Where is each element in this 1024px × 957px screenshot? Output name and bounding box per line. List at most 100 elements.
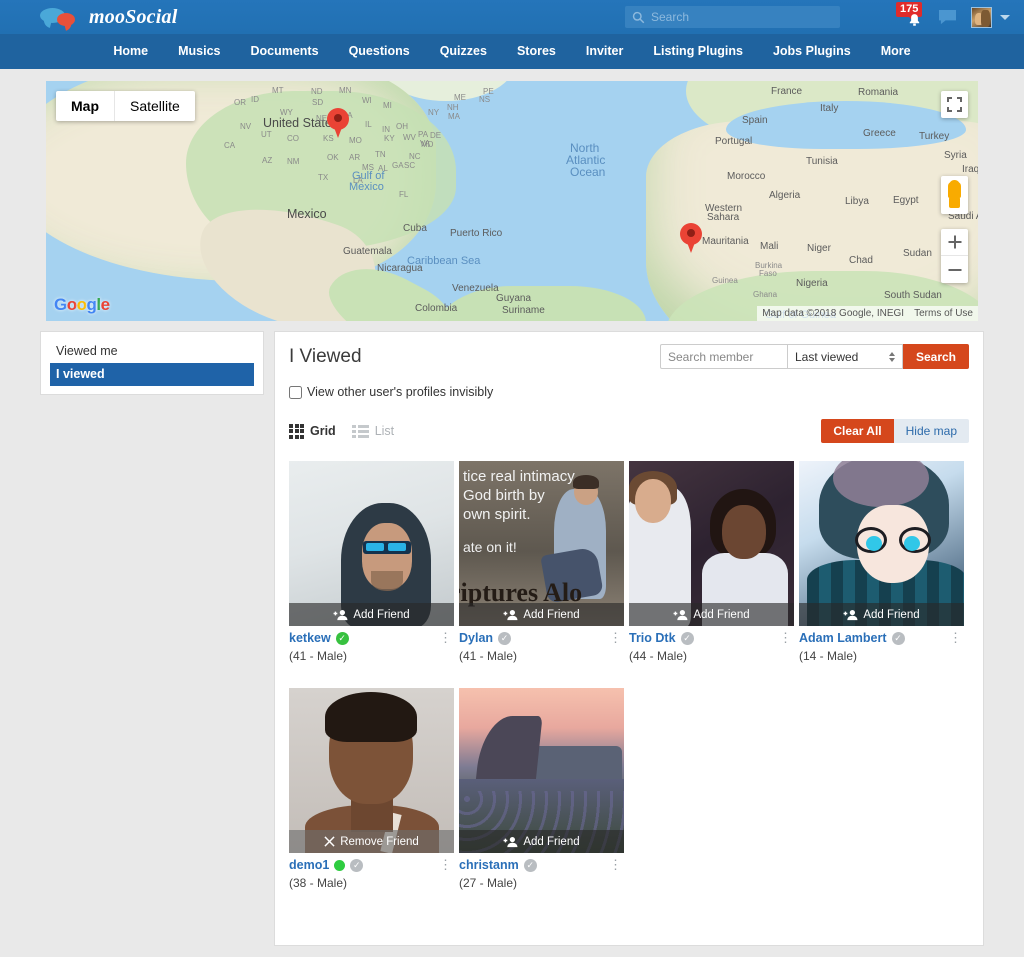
user-photo[interactable]: Add Friend xyxy=(799,461,964,626)
grid-icon xyxy=(289,423,304,439)
user-avatar[interactable] xyxy=(971,6,992,28)
map-type-satellite[interactable]: Satellite xyxy=(114,91,195,121)
card-options-button[interactable]: ⋮ xyxy=(949,631,962,644)
nav-item-home[interactable]: Home xyxy=(98,34,163,69)
invisible-browse-label: View other user's profiles invisibly xyxy=(307,385,494,399)
add-friend-button[interactable]: Add Friend xyxy=(459,830,624,853)
verified-badge-icon: ✓ xyxy=(680,631,694,645)
user-name-link[interactable]: Trio Dtk xyxy=(629,631,676,645)
add-friend-icon xyxy=(673,609,688,620)
nav-item-inviter[interactable]: Inviter xyxy=(571,34,639,69)
card-options-button[interactable]: ⋮ xyxy=(779,631,792,644)
map-zoom-control xyxy=(941,229,968,283)
sort-select-value: Last viewed xyxy=(794,349,859,364)
add-friend-button[interactable]: Add Friend xyxy=(629,603,794,626)
nav-item-questions[interactable]: Questions xyxy=(334,34,425,69)
add-friend-icon xyxy=(843,609,858,620)
moosocial-logo-icon xyxy=(40,6,82,28)
sidebar-item-i-viewed[interactable]: I viewed xyxy=(50,363,254,386)
map-type-map[interactable]: Map xyxy=(56,91,114,121)
invisible-browse-checkbox[interactable] xyxy=(289,385,302,399)
sidebar: Viewed me I viewed xyxy=(40,331,264,395)
map-type-control: Map Satellite xyxy=(56,91,195,121)
verified-badge-icon: ✓ xyxy=(523,858,537,872)
view-mode-grid[interactable]: Grid xyxy=(289,423,336,439)
user-card: Add Friend Adam Lambert ✓ (14 - Male) ⋮ xyxy=(799,461,964,663)
chevron-down-icon[interactable] xyxy=(1000,14,1010,20)
nav-item-listing-plugins[interactable]: Listing Plugins xyxy=(638,34,758,69)
map-pin-marker[interactable] xyxy=(680,223,702,253)
street-view-pegman-icon[interactable] xyxy=(941,176,968,214)
google-map[interactable]: United States Mexico Guatemala Nicaragua Cub… xyxy=(46,81,978,321)
map-fullscreen-button[interactable] xyxy=(941,91,968,118)
add-friend-button[interactable]: Add Friend xyxy=(459,603,624,626)
sidebar-item-viewed-me[interactable]: Viewed me xyxy=(50,340,254,363)
search-input[interactable] xyxy=(645,9,833,25)
search-button[interactable]: Search xyxy=(902,344,969,369)
sort-stepper-icon xyxy=(888,351,895,362)
user-photo[interactable]: Add Friend xyxy=(289,461,454,626)
user-age-gender: (41 - Male) xyxy=(459,649,518,663)
map-label: Puerto Rico xyxy=(450,228,503,239)
add-friend-icon xyxy=(333,609,348,620)
nav-item-more[interactable]: More xyxy=(866,34,926,69)
user-photo[interactable]: tice real intimacy God birth by own spirit… xyxy=(459,461,624,626)
card-options-button[interactable]: ⋮ xyxy=(439,631,452,644)
map-label: NS xyxy=(479,95,491,104)
user-meta: christanm ✓ (27 - Male) ⋮ xyxy=(459,858,624,890)
close-icon xyxy=(324,836,335,847)
user-name-link[interactable]: ketkew xyxy=(289,631,331,645)
user-name-link[interactable]: Adam Lambert xyxy=(799,631,887,645)
search-member-input[interactable] xyxy=(659,344,788,369)
notifications-button[interactable]: 175 xyxy=(896,2,924,29)
nav-item-jobs-plugins[interactable]: Jobs Plugins xyxy=(758,34,866,69)
list-icon xyxy=(352,425,369,438)
map-section: United States Mexico Guatemala Nicaragua Cub… xyxy=(0,69,1024,321)
map-zoom-in-button[interactable] xyxy=(941,229,968,256)
nav-item-stores[interactable]: Stores xyxy=(502,34,571,69)
verified-badge-icon: ✓ xyxy=(498,631,512,645)
user-age-gender: (41 - Male) xyxy=(289,649,348,663)
add-friend-button[interactable]: Add Friend xyxy=(289,603,454,626)
invisible-browse-row[interactable]: View other user's profiles invisibly xyxy=(289,385,969,399)
hide-map-button[interactable]: Hide map xyxy=(893,419,969,443)
view-actions: Clear All Hide map xyxy=(821,419,969,443)
page-title: I Viewed xyxy=(289,346,362,367)
nav-item-quizzes[interactable]: Quizzes xyxy=(425,34,502,69)
card-options-button[interactable]: ⋮ xyxy=(439,858,452,871)
map-label: NH xyxy=(447,103,459,112)
google-logo[interactable]: Google xyxy=(54,295,110,315)
map-pin-marker[interactable] xyxy=(327,108,349,138)
user-photo[interactable]: Add Friend xyxy=(629,461,794,626)
map-zoom-out-button[interactable] xyxy=(941,256,968,283)
brand-logo-link[interactable]: mooSocial xyxy=(40,6,177,29)
nav-item-musics[interactable]: Musics xyxy=(163,34,235,69)
nav-item-documents[interactable]: Documents xyxy=(235,34,333,69)
friend-action-label: Add Friend xyxy=(523,835,580,848)
view-mode-switch: Grid List xyxy=(289,423,394,439)
remove-friend-button[interactable]: Remove Friend xyxy=(289,830,454,853)
map-terms-of-use-link[interactable]: Terms of Use xyxy=(914,308,973,319)
friend-action-label: Add Friend xyxy=(693,608,750,621)
view-mode-list-label: List xyxy=(374,424,395,438)
card-options-button[interactable]: ⋮ xyxy=(609,631,622,644)
add-friend-button[interactable]: Add Friend xyxy=(799,603,964,626)
user-card: tice real intimacy God birth by own spirit… xyxy=(459,461,624,663)
bell-icon xyxy=(909,14,920,26)
messages-icon[interactable] xyxy=(938,9,957,26)
user-photo[interactable]: Remove Friend xyxy=(289,688,454,853)
clear-all-button[interactable]: Clear All xyxy=(821,419,894,443)
card-options-button[interactable]: ⋮ xyxy=(609,858,622,871)
sort-select[interactable]: Last viewed xyxy=(787,344,903,369)
view-mode-list[interactable]: List xyxy=(352,424,394,438)
user-meta: Adam Lambert ✓ (14 - Male) ⋮ xyxy=(799,631,964,663)
user-name-link[interactable]: Dylan xyxy=(459,631,493,645)
global-search[interactable] xyxy=(625,6,840,28)
top-bar: mooSocial 175 xyxy=(0,0,1024,34)
user-photo[interactable]: Add Friend xyxy=(459,688,624,853)
user-meta: demo1 ✓ (38 - Male) ⋮ xyxy=(289,858,454,890)
map-attribution: Map data ©2018 Google, INEGI Terms of Us… xyxy=(757,306,978,321)
user-name-link[interactable]: demo1 xyxy=(289,858,329,872)
user-card: Add Friend ketkew ✓ (41 - Male) ⋮ xyxy=(289,461,454,663)
user-name-link[interactable]: christanm xyxy=(459,858,519,872)
